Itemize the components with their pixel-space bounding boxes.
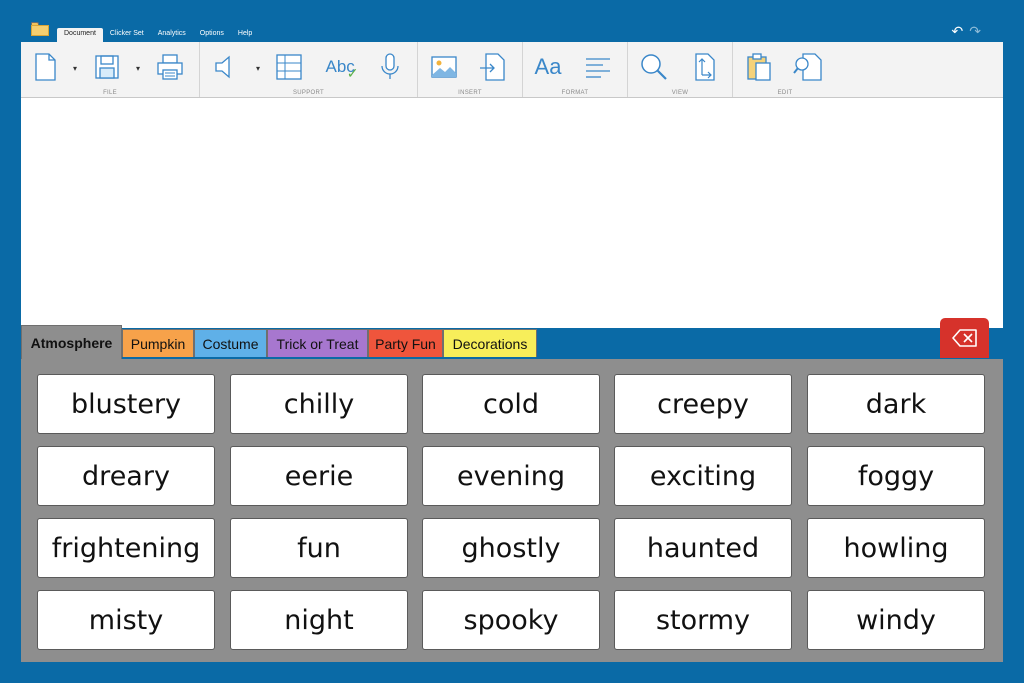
- word-cell[interactable]: cold: [422, 374, 600, 434]
- ribbon-group-format: Aa FORMAT: [523, 42, 628, 97]
- font-format-icon[interactable]: Aa: [533, 51, 563, 83]
- word-cell[interactable]: evening: [422, 446, 600, 506]
- app-window: Document Clicker Set Analytics Options H…: [21, 20, 1003, 662]
- word-cell[interactable]: ghostly: [422, 518, 600, 578]
- insert-file-icon[interactable]: [478, 51, 508, 83]
- tab-costume[interactable]: Costume: [194, 329, 267, 357]
- group-label-format: FORMAT: [561, 90, 589, 96]
- word-cell[interactable]: exciting: [614, 446, 792, 506]
- word-cell[interactable]: stormy: [614, 590, 792, 650]
- backspace-icon: [951, 329, 977, 347]
- speech-dropdown-icon[interactable]: ▾: [256, 64, 260, 73]
- group-label-edit: EDIT: [777, 90, 793, 96]
- folder-icon[interactable]: [31, 22, 49, 36]
- word-cell[interactable]: misty: [37, 590, 215, 650]
- word-cell[interactable]: fun: [230, 518, 408, 578]
- word-cell[interactable]: dreary: [37, 446, 215, 506]
- word-cell[interactable]: blustery: [37, 374, 215, 434]
- speaker-icon[interactable]: [210, 51, 240, 83]
- word-cell[interactable]: spooky: [422, 590, 600, 650]
- undo-icon[interactable]: ↶: [952, 23, 964, 40]
- new-dropdown-icon[interactable]: ▾: [73, 64, 77, 73]
- tab-trick-or-treat[interactable]: Trick or Treat: [267, 329, 368, 357]
- word-cell[interactable]: creepy: [614, 374, 792, 434]
- paste-icon[interactable]: [744, 51, 774, 83]
- word-cell[interactable]: windy: [807, 590, 985, 650]
- menu-analytics[interactable]: Analytics: [151, 28, 193, 42]
- paragraph-align-icon[interactable]: [583, 51, 613, 83]
- ribbon-group-insert: INSERT: [418, 42, 523, 97]
- group-label-file: FILE: [103, 90, 117, 96]
- word-cell[interactable]: howling: [807, 518, 985, 578]
- insert-picture-icon[interactable]: [429, 51, 459, 83]
- ribbon-group-support: ▾ Abc ✓ SUPPORT: [200, 42, 418, 97]
- spell-check-icon[interactable]: Abc ✓: [322, 51, 362, 83]
- ribbon-group-edit: EDIT: [733, 42, 837, 97]
- save-dropdown-icon[interactable]: ▾: [136, 64, 140, 73]
- ribbon-group-file: ▾ ▾ FILE: [21, 42, 200, 97]
- print-icon[interactable]: [155, 51, 185, 83]
- backspace-button[interactable]: [940, 318, 989, 358]
- document-area[interactable]: [21, 98, 1003, 328]
- tab-atmosphere[interactable]: Atmosphere: [21, 325, 122, 359]
- word-cell[interactable]: chilly: [230, 374, 408, 434]
- zoom-icon[interactable]: [639, 51, 669, 83]
- word-cell[interactable]: frightening: [37, 518, 215, 578]
- menu-clicker-set[interactable]: Clicker Set: [103, 28, 151, 42]
- word-cell[interactable]: foggy: [807, 446, 985, 506]
- group-label-view: VIEW: [671, 90, 689, 96]
- find-replace-icon[interactable]: [793, 51, 823, 83]
- tab-party-fun[interactable]: Party Fun: [368, 329, 443, 357]
- word-cell[interactable]: haunted: [614, 518, 792, 578]
- word-set-tabs: Atmosphere Pumpkin Costume Trick or Trea…: [21, 318, 1003, 360]
- word-cell[interactable]: eerie: [230, 446, 408, 506]
- undo-redo: ↶ ↷: [952, 23, 981, 40]
- font-format-label: Aa: [534, 54, 562, 79]
- microphone-icon[interactable]: [375, 51, 405, 83]
- tab-pumpkin[interactable]: Pumpkin: [122, 329, 194, 357]
- tab-decorations[interactable]: Decorations: [443, 329, 537, 357]
- word-grid: blustery chilly cold creepy dark dreary …: [21, 359, 1003, 662]
- save-icon[interactable]: [93, 51, 123, 83]
- group-label-support: SUPPORT: [293, 90, 324, 96]
- new-document-icon[interactable]: [30, 51, 60, 83]
- group-label-insert: INSERT: [458, 90, 482, 96]
- menu-document[interactable]: Document: [57, 28, 103, 42]
- word-cell[interactable]: night: [230, 590, 408, 650]
- menu-bar: Document Clicker Set Analytics Options H…: [57, 28, 259, 42]
- menu-options[interactable]: Options: [193, 28, 231, 42]
- menu-help[interactable]: Help: [231, 28, 259, 42]
- numbered-list-icon[interactable]: [274, 51, 304, 83]
- page-size-icon[interactable]: [688, 51, 718, 83]
- ribbon-group-view: VIEW: [628, 42, 733, 97]
- ribbon: ▾ ▾ FILE ▾ Abc ✓ SUPPORT INSERT Aa FORMA…: [21, 42, 1003, 98]
- word-cell[interactable]: dark: [807, 374, 985, 434]
- redo-icon[interactable]: ↷: [969, 23, 981, 40]
